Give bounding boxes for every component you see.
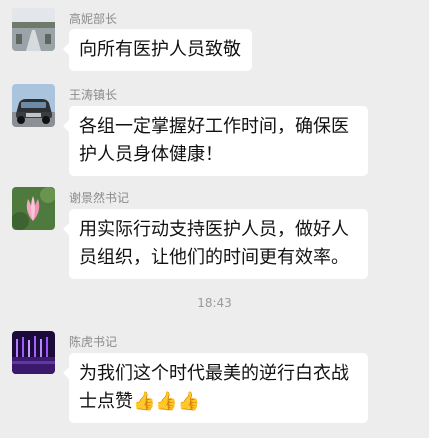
message-text-line: 护人员身体健康！ — [79, 144, 223, 165]
avatar-purple-lights[interactable] — [12, 331, 55, 374]
message-text-line: 为我们这个时代最美的逆行白衣战 — [79, 363, 349, 384]
sender-name: 陈虎书记 — [69, 335, 118, 349]
message-bubble[interactable]: 用实际行动支持医护人员，做好人 员组织，让他们的时间更有效率。 — [63, 209, 368, 279]
lotus-icon — [12, 187, 55, 230]
sender-name: 王涛镇长 — [69, 88, 118, 102]
avatar-lotus[interactable] — [12, 187, 55, 230]
message-bubble[interactable]: 为我们这个时代最美的逆行白衣战 士点赞👍👍👍 — [63, 353, 368, 423]
message-text: 士点赞 — [79, 391, 133, 412]
message-text-line: 员组织，让他们的时间更有效率。 — [79, 247, 349, 268]
purple-lights-icon — [12, 331, 55, 374]
landscape-icon — [12, 8, 55, 51]
message-text-line: 士点赞👍👍👍 — [79, 388, 358, 416]
avatar-car[interactable] — [12, 84, 55, 127]
message-text-line: 用实际行动支持医护人员，做好人 — [79, 219, 349, 240]
message-bubble[interactable]: 各组一定掌握好工作时间，确保医 护人员身体健康！ — [63, 106, 368, 176]
car-icon — [12, 84, 55, 127]
sender-name: 高妮部长 — [69, 12, 118, 26]
message-bubble[interactable]: 向所有医护人员致敬 — [63, 29, 252, 71]
sender-name: 谢景然书记 — [69, 191, 130, 205]
thumbs-up-icon: 👍👍👍 — [133, 391, 201, 412]
message-text: 向所有医护人员致敬 — [79, 39, 241, 60]
avatar-landscape[interactable] — [12, 8, 55, 51]
message-text-line: 各组一定掌握好工作时间，确保医 — [79, 116, 349, 137]
message-timestamp: 18:43 — [197, 296, 232, 310]
